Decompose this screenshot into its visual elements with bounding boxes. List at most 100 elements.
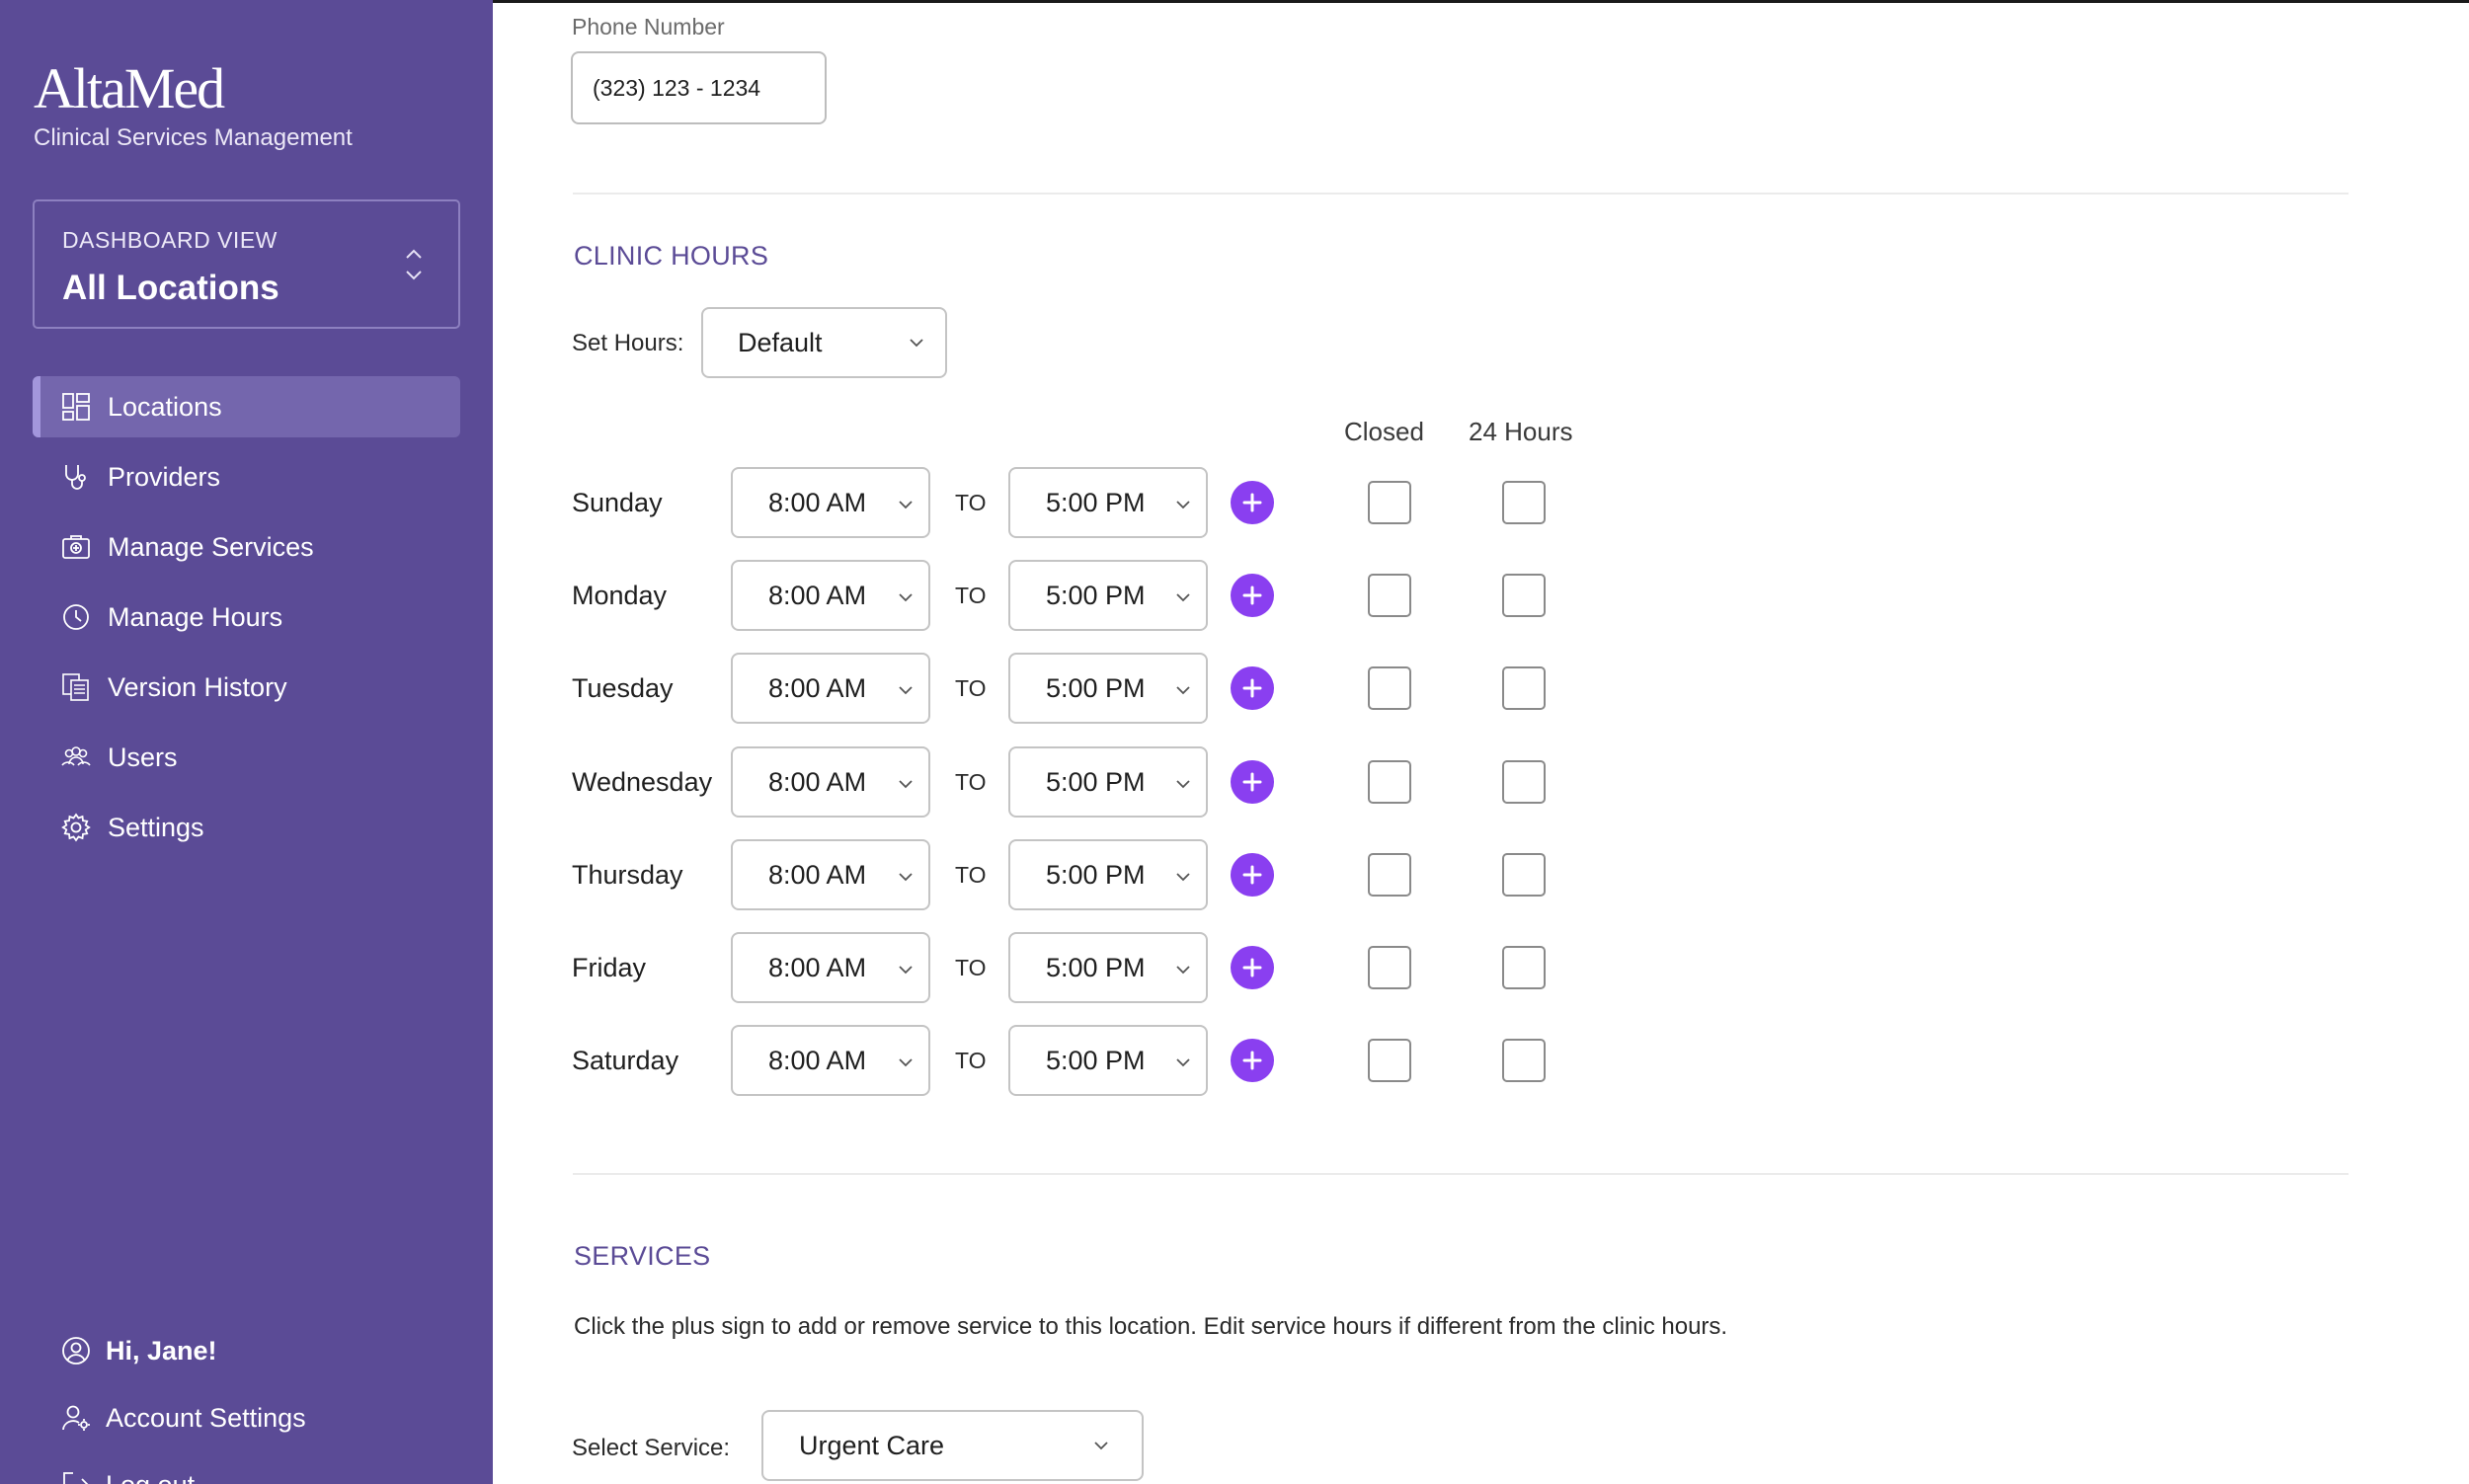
plus-icon [1242, 678, 1262, 698]
close-time-select[interactable]: 5:00 PM [1008, 1025, 1208, 1096]
chevron-down-icon [1094, 1442, 1108, 1450]
clinic-hours-title: CLINIC HOURS [574, 241, 769, 271]
hours-row-saturday: Saturday 8:00 AM TO 5:00 PM [493, 1025, 2172, 1096]
hours-row-tuesday: Tuesday 8:00 AM TO 5:00 PM [493, 653, 2172, 724]
sidebar-item-users[interactable]: Users [33, 727, 460, 788]
dashboard-view-value: All Locations [62, 269, 279, 307]
open-time-value: 8:00 AM [768, 952, 867, 982]
chevron-down-icon [910, 339, 923, 348]
section-divider [573, 193, 2349, 195]
close-time-value: 5:00 PM [1046, 1045, 1146, 1075]
sidebar-item-locations[interactable]: Locations [33, 376, 460, 437]
add-hours-button[interactable] [1231, 1039, 1274, 1082]
close-time-select[interactable]: 5:00 PM [1008, 932, 1208, 1003]
add-hours-button[interactable] [1231, 760, 1274, 804]
sidebar-item-settings[interactable]: Settings [33, 797, 460, 858]
24-hours-checkbox[interactable] [1502, 946, 1546, 989]
chevron-down-icon [899, 780, 913, 789]
medical-bag-icon [60, 531, 92, 563]
sidebar-item-label: Users [108, 742, 178, 772]
clock-icon [60, 601, 92, 633]
24-hours-checkbox[interactable] [1502, 574, 1546, 617]
close-time-value: 5:00 PM [1046, 766, 1146, 797]
close-time-value: 5:00 PM [1046, 672, 1146, 703]
documents-icon [60, 671, 92, 703]
open-time-select[interactable]: 8:00 AM [731, 560, 930, 631]
close-time-select[interactable]: 5:00 PM [1008, 653, 1208, 724]
sidebar-item-manage-hours[interactable]: Manage Hours [33, 586, 460, 648]
chevron-down-icon [899, 593, 913, 602]
24-hours-checkbox[interactable] [1502, 666, 1546, 710]
close-time-select[interactable]: 5:00 PM [1008, 560, 1208, 631]
open-time-select[interactable]: 8:00 AM [731, 746, 930, 818]
open-time-select[interactable]: 8:00 AM [731, 932, 930, 1003]
logout-link[interactable]: Log out [33, 1451, 460, 1484]
hours-row-wednesday: Wednesday 8:00 AM TO 5:00 PM [493, 746, 2172, 818]
closed-checkbox[interactable] [1368, 666, 1411, 710]
closed-checkbox[interactable] [1368, 760, 1411, 804]
add-hours-button[interactable] [1231, 946, 1274, 989]
plus-icon [1242, 493, 1262, 512]
set-hours-label: Set Hours: [572, 330, 684, 356]
to-label: TO [955, 769, 987, 795]
to-label: TO [955, 675, 987, 701]
24-hours-checkbox[interactable] [1502, 853, 1546, 897]
sidebar-item-providers[interactable]: Providers [33, 446, 460, 508]
chevron-down-icon [1176, 593, 1190, 602]
24-hours-checkbox[interactable] [1502, 1039, 1546, 1082]
add-hours-button[interactable] [1231, 853, 1274, 897]
user-greeting[interactable]: Hi, Jane! [33, 1317, 460, 1384]
close-time-select[interactable]: 5:00 PM [1008, 467, 1208, 538]
chevron-down-icon [1176, 501, 1190, 509]
closed-column-header: Closed [1344, 417, 1424, 446]
add-hours-button[interactable] [1231, 481, 1274, 524]
chevron-down-icon [899, 873, 913, 882]
dashboard-view-selector[interactable]: DASHBOARD VIEW All Locations [33, 199, 460, 329]
sidebar-nav: Locations Providers Manage Services Mana… [33, 376, 460, 867]
sidebar-item-label: Version History [108, 671, 287, 702]
closed-checkbox[interactable] [1368, 946, 1411, 989]
24-hours-checkbox[interactable] [1502, 481, 1546, 524]
select-service-dropdown[interactable]: Urgent Care [761, 1410, 1144, 1481]
set-hours-select[interactable]: Default [701, 307, 947, 378]
sidebar-item-manage-services[interactable]: Manage Services [33, 516, 460, 578]
add-hours-button[interactable] [1231, 574, 1274, 617]
chevron-down-icon [1176, 966, 1190, 975]
account-settings-link[interactable]: Account Settings [33, 1384, 460, 1451]
closed-checkbox[interactable] [1368, 481, 1411, 524]
open-time-value: 8:00 AM [768, 859, 867, 890]
open-time-select[interactable]: 8:00 AM [731, 653, 930, 724]
services-title: SERVICES [574, 1241, 711, 1271]
plus-icon [1242, 865, 1262, 885]
open-time-select[interactable]: 8:00 AM [731, 839, 930, 910]
select-service-label: Select Service: [572, 1435, 731, 1461]
add-hours-button[interactable] [1231, 666, 1274, 710]
day-label: Tuesday [572, 673, 674, 703]
gear-icon [60, 812, 92, 843]
closed-checkbox[interactable] [1368, 1039, 1411, 1082]
close-time-select[interactable]: 5:00 PM [1008, 839, 1208, 910]
close-time-value: 5:00 PM [1046, 580, 1146, 610]
24-hours-checkbox[interactable] [1502, 760, 1546, 804]
phone-number-input[interactable]: (323) 123 - 1234 [571, 51, 827, 124]
sidebar-item-label: Manage Hours [108, 601, 283, 632]
open-time-select[interactable]: 8:00 AM [731, 1025, 930, 1096]
closed-checkbox[interactable] [1368, 853, 1411, 897]
hours-row-thursday: Thursday 8:00 AM TO 5:00 PM [493, 839, 2172, 910]
section-divider [573, 1173, 2349, 1175]
user-circle-icon [60, 1335, 92, 1367]
chevron-down-icon [1176, 686, 1190, 695]
closed-checkbox[interactable] [1368, 574, 1411, 617]
day-label: Monday [572, 581, 668, 610]
open-time-value: 8:00 AM [768, 1045, 867, 1075]
close-time-select[interactable]: 5:00 PM [1008, 746, 1208, 818]
plus-icon [1242, 586, 1262, 605]
brand-subtitle: Clinical Services Management [34, 124, 353, 151]
close-time-value: 5:00 PM [1046, 952, 1146, 982]
sidebar-item-label: Providers [108, 461, 221, 492]
day-label: Friday [572, 953, 647, 982]
brand-logo: AltaMed [34, 56, 225, 120]
open-time-select[interactable]: 8:00 AM [731, 467, 930, 538]
sidebar-item-version-history[interactable]: Version History [33, 657, 460, 718]
sidebar: AltaMed Clinical Services Management DAS… [0, 0, 493, 1484]
